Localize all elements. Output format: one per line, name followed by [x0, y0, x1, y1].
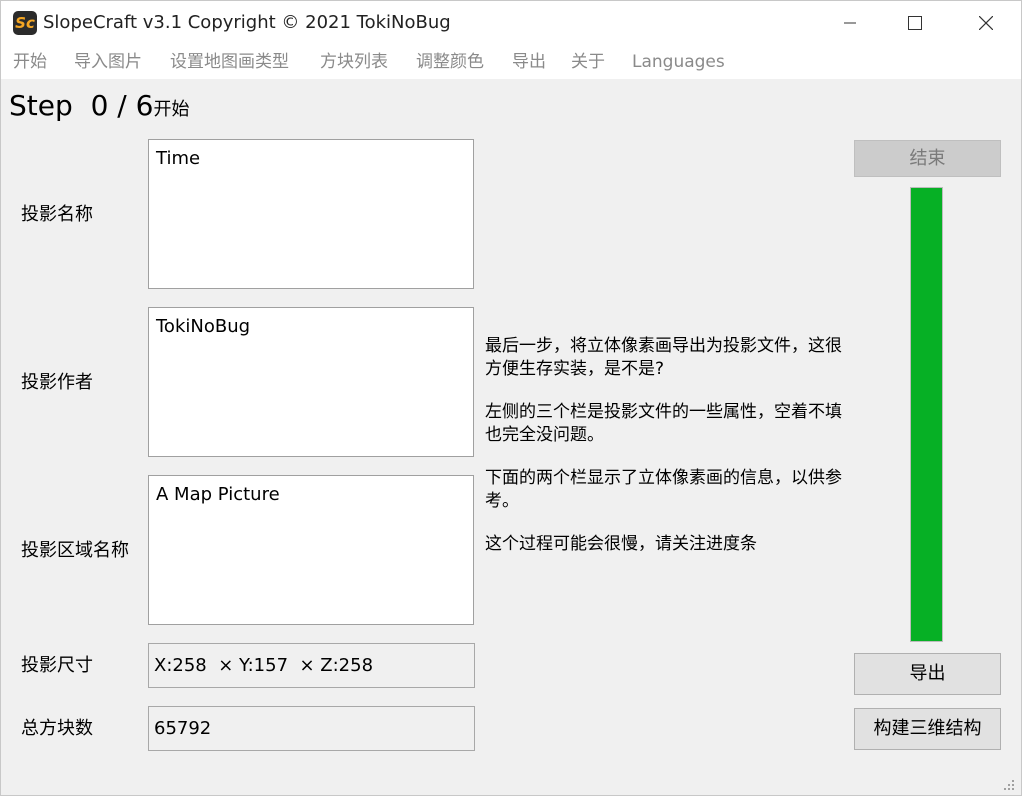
projection-region-label: 投影区域名称 [21, 540, 129, 561]
close-icon [979, 16, 993, 30]
projection-size-value: X:258 × Y:157 × Z:258 [148, 643, 475, 688]
menu-block-list[interactable]: 方块列表 [320, 51, 388, 73]
step-name: 开始 [153, 99, 190, 120]
step-heading: Step 0 / 6开始 [9, 89, 189, 127]
description-paragraph: 这个过程可能会很慢，请关注进度条 [485, 534, 757, 554]
menu-about[interactable]: 关于 [571, 51, 605, 73]
window-title: SlopeCraft v3.1 Copyright © 2021 TokiNoB… [43, 12, 451, 33]
finish-button[interactable]: 结束 [854, 140, 1001, 177]
progress-fill [911, 188, 942, 641]
projection-author-label: 投影作者 [21, 372, 93, 393]
description-paragraph: 下面的两个栏显示了立体像素画的信息，以供参考。 [485, 468, 842, 511]
menu-import-image[interactable]: 导入图片 [74, 51, 142, 73]
projection-name-input[interactable]: Time [148, 139, 474, 289]
projection-author-input[interactable]: TokiNoBug [148, 307, 474, 457]
title-bar[interactable]: Sc SlopeCraft v3.1 Copyright © 2021 Toki… [1, 1, 1021, 45]
export-description: 最后一步，将立体像素画导出为投影文件，这很方便生存实装，是不是? 左侧的三个栏是… [485, 335, 850, 576]
projection-size-label: 投影尺寸 [21, 655, 93, 676]
block-count-label: 总方块数 [21, 718, 93, 739]
minimize-icon [844, 22, 856, 24]
menu-bar: 开始 导入图片 设置地图画类型 方块列表 调整颜色 导出 关于 Language… [1, 45, 1021, 79]
minimize-button[interactable] [827, 1, 873, 45]
projection-name-label: 投影名称 [21, 204, 93, 225]
step-progress-text: 0 / 6 [90, 89, 154, 122]
build-3d-structure-button[interactable]: 构建三维结构 [854, 708, 1001, 750]
description-paragraph: 左侧的三个栏是投影文件的一些属性，空着不填也完全没问题。 [485, 402, 842, 445]
export-progress-bar [910, 187, 943, 642]
menu-export[interactable]: 导出 [512, 51, 546, 73]
menu-adjust-color[interactable]: 调整颜色 [416, 51, 484, 73]
menu-map-type[interactable]: 设置地图画类型 [170, 51, 289, 73]
grip-dots-icon [1004, 780, 1014, 790]
resize-grip-icon[interactable] [1003, 779, 1015, 791]
close-button[interactable] [963, 1, 1009, 45]
export-button[interactable]: 导出 [854, 653, 1001, 695]
step-label: Step [9, 89, 73, 122]
app-icon: Sc [13, 11, 37, 35]
description-paragraph: 最后一步，将立体像素画导出为投影文件，这很方便生存实装，是不是? [485, 336, 842, 379]
maximize-button[interactable] [892, 1, 938, 45]
menu-start[interactable]: 开始 [13, 51, 47, 73]
app-window: Sc SlopeCraft v3.1 Copyright © 2021 Toki… [0, 0, 1022, 796]
block-count-value: 65792 [148, 706, 475, 751]
menu-languages[interactable]: Languages [632, 51, 725, 73]
maximize-icon [908, 16, 922, 30]
projection-region-input[interactable]: A Map Picture [148, 475, 474, 625]
